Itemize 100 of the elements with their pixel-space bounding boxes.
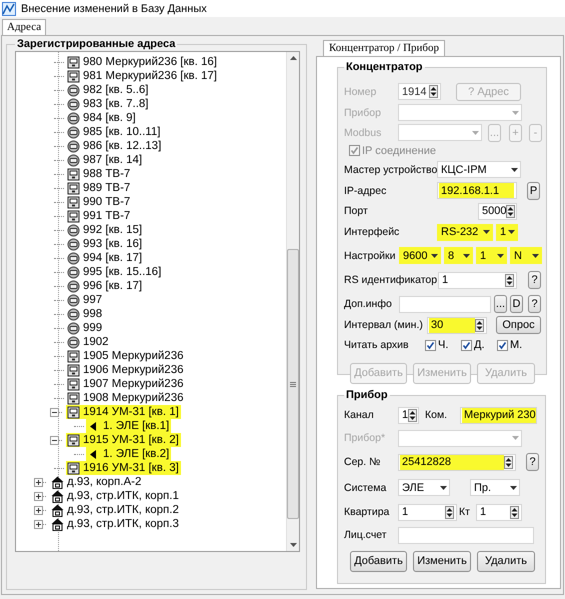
tree-item[interactable]: 993 [кв. 16]: [66, 237, 144, 251]
round-device-icon: [67, 336, 80, 348]
expand-icon[interactable]: [34, 506, 43, 514]
tree-item[interactable]: 998: [66, 307, 104, 321]
field-label: RS идентификатор: [344, 274, 438, 286]
expand-icon[interactable]: [34, 520, 43, 528]
spin-arrows-icon: [429, 85, 438, 98]
expand-icon[interactable]: [34, 492, 43, 500]
house-icon: [51, 490, 64, 502]
input-field[interactable]: 192.168.1.1: [437, 182, 517, 199]
spin-field[interactable]: 1: [398, 504, 457, 520]
device-icon: [67, 350, 80, 362]
tree-item[interactable]: 1902: [66, 335, 111, 349]
tree-item[interactable]: 989 ТВ-7: [66, 181, 132, 195]
spin-field[interactable]: 30: [427, 316, 487, 334]
input-field[interactable]: [398, 526, 534, 544]
dropdown[interactable]: RS-232: [437, 224, 493, 240]
expand-icon[interactable]: [34, 478, 43, 486]
tree-item[interactable]: д.93, стр.ИТК, корп.2: [50, 503, 181, 517]
tree-item[interactable]: 1. ЭЛЕ [кв.2]: [86, 447, 172, 461]
tree-item[interactable]: 1906 Меркурий236: [66, 363, 186, 377]
spin-field[interactable]: 1: [438, 272, 517, 288]
device-icon: [67, 168, 80, 180]
tree-item[interactable]: 981 Меркурий236 [кв. 17]: [66, 69, 220, 83]
scrollbar[interactable]: [286, 52, 299, 551]
tree-item[interactable]: д.93, корп.А-2: [50, 475, 144, 489]
tab[interactable]: Адреса: [2, 19, 46, 35]
button[interactable]: Опрос: [496, 316, 541, 334]
tree-item[interactable]: 995 [кв. 15..16]: [66, 265, 164, 279]
device-icon: [67, 462, 80, 474]
tree-item[interactable]: 994 [кв. 17]: [66, 251, 144, 265]
tree-item[interactable]: 991 ТВ-7: [66, 209, 132, 223]
tree-item[interactable]: д.93, стр.ИТК, корп.1: [50, 489, 181, 503]
button[interactable]: ?: [526, 453, 539, 471]
input-field[interactable]: Меркурий 230: [460, 406, 537, 424]
tree-item[interactable]: 990 ТВ-7: [66, 195, 132, 209]
tree-item[interactable]: 1907 Меркурий236: [66, 377, 186, 391]
spin-field[interactable]: 1: [398, 406, 419, 424]
tree-item[interactable]: 983 [кв. 7..8]: [66, 97, 150, 111]
device-icon: [67, 70, 80, 82]
scroll-down-icon[interactable]: [290, 543, 296, 547]
scroll-up-icon[interactable]: [290, 56, 296, 60]
round-device-icon: [67, 322, 80, 334]
dropdown[interactable]: N: [510, 247, 542, 264]
button[interactable]: ?: [528, 271, 541, 289]
dropdown[interactable]: Пр.: [470, 479, 520, 496]
button[interactable]: Изменить: [413, 550, 471, 572]
tree-item[interactable]: 996 [кв. 17]: [66, 279, 144, 293]
collapse-icon[interactable]: [50, 436, 59, 444]
tree-item[interactable]: 1915 УМ-31 [кв. 2]: [66, 433, 181, 447]
dropdown[interactable]: ЭЛЕ: [398, 479, 450, 496]
field-label: Лиц.счет: [344, 529, 388, 541]
checkbox[interactable]: М.: [497, 339, 531, 351]
button[interactable]: P: [527, 182, 540, 200]
scroll-thumb[interactable]: [287, 249, 299, 519]
tree-item[interactable]: д.93, стр.ИТК, корп.3: [50, 517, 181, 531]
dropdown[interactable]: 8: [444, 247, 473, 264]
round-device-icon: [67, 126, 80, 138]
spin-arrows-icon: [505, 274, 514, 286]
dropdown[interactable]: 1: [496, 224, 518, 240]
tree-item[interactable]: 988 ТВ-7: [66, 167, 132, 181]
button[interactable]: ?: [528, 295, 541, 313]
spin-field[interactable]: 25412828: [398, 454, 516, 470]
button[interactable]: ...: [494, 295, 507, 313]
tree-item[interactable]: 982 [кв. 5..6]: [66, 83, 150, 97]
tree-item[interactable]: 987 [кв. 14]: [66, 153, 144, 167]
collapse-icon[interactable]: [50, 408, 59, 416]
checkbox[interactable]: Д.: [461, 339, 495, 351]
field-label: Доп.инфо: [344, 298, 393, 310]
field-label: Кт: [458, 506, 471, 518]
tree-item[interactable]: 1916 УМ-31 [кв. 3]: [66, 461, 181, 475]
spin-field[interactable]: 1: [476, 504, 522, 520]
round-device-icon: [67, 280, 80, 292]
tree-item[interactable]: 985 [кв. 10..11]: [66, 125, 162, 139]
checkbox[interactable]: Ч.: [425, 339, 459, 351]
tree-item[interactable]: 1. ЭЛЕ [кв.1]: [86, 419, 172, 433]
tree-item[interactable]: 1908 Меркурий236: [66, 391, 186, 405]
tree-item[interactable]: 999: [66, 321, 104, 335]
dropdown[interactable]: 1: [476, 247, 507, 264]
button[interactable]: Удалить: [477, 550, 535, 572]
dropdown[interactable]: 9600: [399, 247, 441, 264]
tree-item[interactable]: 984 [кв. 9]: [66, 111, 138, 125]
round-device-icon: [67, 252, 80, 264]
button[interactable]: Добавить: [350, 550, 407, 572]
caret-icon: [532, 254, 539, 258]
spin-field[interactable]: 5000: [478, 202, 517, 220]
tree-item[interactable]: 1905 Меркурий236: [66, 349, 186, 363]
button[interactable]: D: [510, 295, 523, 313]
round-device-icon: [67, 112, 80, 124]
tree-item[interactable]: 986 [кв. 12..13]: [66, 139, 164, 153]
tree-item[interactable]: 997: [66, 293, 104, 307]
dropdown[interactable]: КЦС-IPM: [437, 161, 521, 178]
group-title: Прибор: [345, 389, 389, 401]
input-field[interactable]: [399, 296, 491, 312]
tab[interactable]: Концентратор / Прибор: [323, 40, 446, 56]
caret-icon: [511, 168, 518, 172]
tree-item[interactable]: 1914 УМ-31 [кв. 1]: [66, 405, 181, 419]
tree-item[interactable]: 992 [кв. 15]: [66, 223, 144, 237]
house-icon: [51, 518, 64, 530]
tree-item[interactable]: 980 Меркурий236 [кв. 16]: [66, 55, 220, 69]
